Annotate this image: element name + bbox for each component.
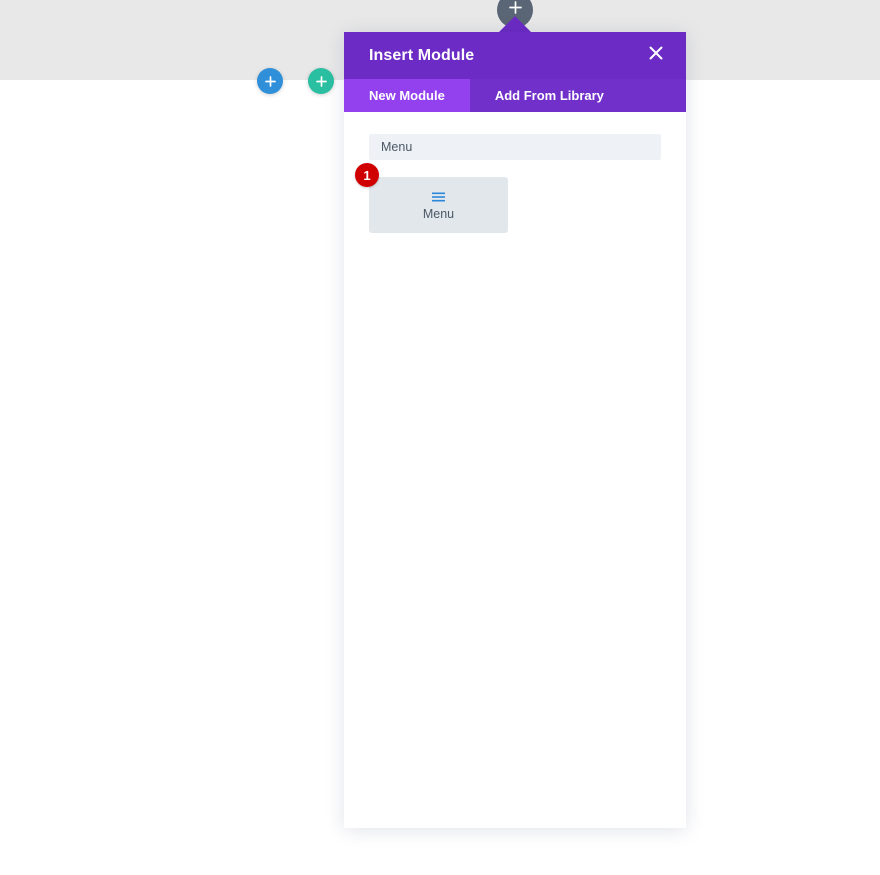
modal-header: Insert Module bbox=[344, 32, 686, 79]
modal-pointer-arrow bbox=[498, 16, 532, 33]
close-icon bbox=[649, 46, 663, 65]
module-tile-label: Menu bbox=[422, 207, 455, 222]
module-tile-menu[interactable]: 1 Menu bbox=[355, 163, 508, 233]
modal-tab-bar: New Module Add From Library bbox=[344, 79, 686, 112]
plus-icon bbox=[264, 75, 276, 87]
module-results-grid: 1 Menu bbox=[355, 163, 661, 233]
close-button[interactable] bbox=[644, 44, 668, 68]
module-search-input[interactable] bbox=[369, 134, 661, 160]
add-column-button[interactable] bbox=[308, 68, 334, 94]
step-marker-badge: 1 bbox=[355, 163, 379, 187]
plus-icon bbox=[315, 75, 327, 87]
module-search-wrap bbox=[369, 134, 661, 160]
tab-new-module[interactable]: New Module bbox=[344, 79, 470, 112]
menu-icon bbox=[432, 189, 445, 205]
insert-module-modal: Insert Module New Module Add From Librar… bbox=[344, 32, 686, 828]
tab-add-from-library[interactable]: Add From Library bbox=[470, 79, 629, 112]
modal-body: 1 Menu bbox=[344, 112, 686, 828]
modal-title: Insert Module bbox=[369, 46, 475, 64]
add-row-button[interactable] bbox=[257, 68, 283, 94]
